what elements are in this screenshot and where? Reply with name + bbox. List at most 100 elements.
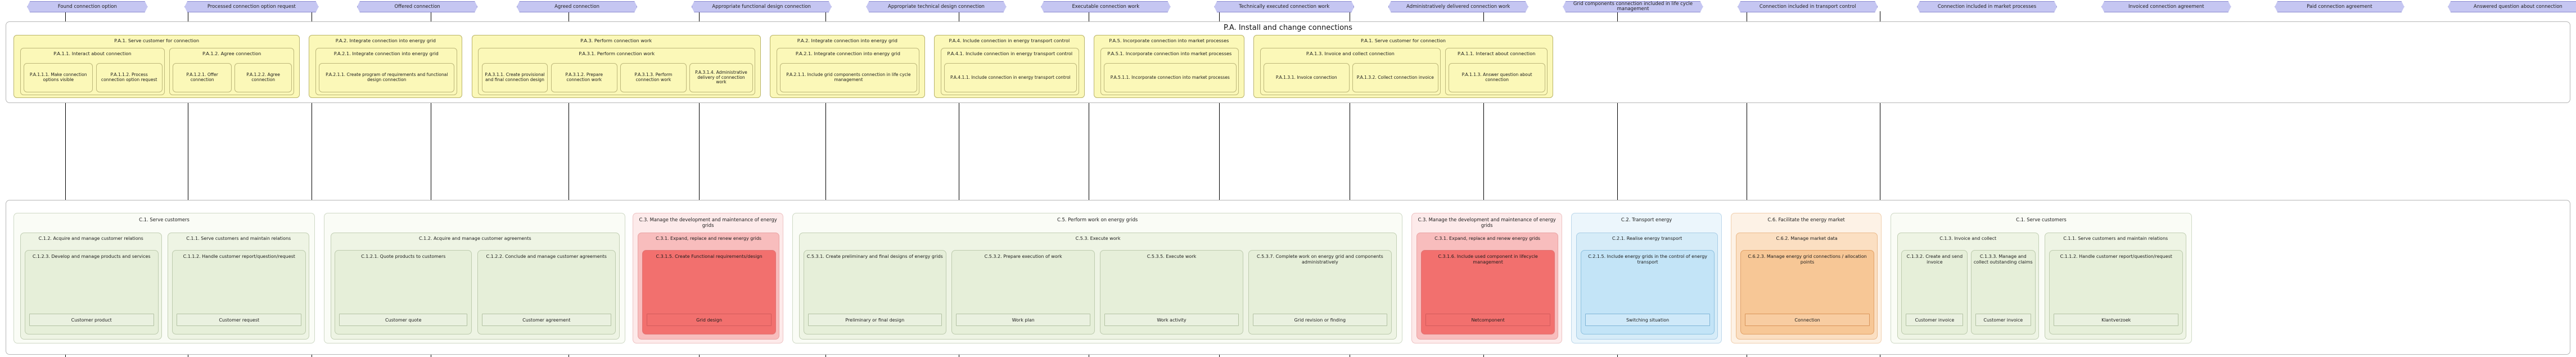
event-badge[interactable]: Answered question about connection	[2448, 1, 2576, 12]
process-level1[interactable]: P.A.1. Serve customer for connection P.A.…	[13, 35, 300, 98]
capability-object[interactable]: Grid revision or finding	[1253, 314, 1387, 326]
process-level1[interactable]: P.A.2. Integrate connection into energy …	[769, 35, 925, 98]
capability-subgroup[interactable]: C.3.1. Expand, replace and renew energy …	[638, 233, 779, 340]
capability-item-label: C.1.1.2. Handle customer report/question…	[183, 254, 295, 259]
capability-subgroup[interactable]: C.2.1. Realise energy transport C.2.1.5. …	[1576, 233, 1718, 340]
capability-item[interactable]: C.1.2.3. Develop and manage products and…	[24, 250, 159, 334]
capability-subgroup[interactable]: C.1.3. Invoice and collect C.1.3.2. Creat…	[1897, 233, 2039, 340]
capability-item[interactable]: C.1.1.2. Handle customer report/question…	[2049, 250, 2183, 334]
capability-object[interactable]: Work plan	[956, 314, 1090, 326]
event-badge[interactable]: Paid connection agreement	[2275, 1, 2404, 12]
process-level1[interactable]: P.A.5. Incorporate connection into marke…	[1093, 35, 1244, 98]
process-level3[interactable]: P.A.4.1.1. Include connection in energy …	[944, 63, 1077, 92]
process-level2[interactable]: P.A.1.3. Invoice and collect connection P…	[1260, 48, 1441, 95]
capability-object[interactable]: Connection	[1744, 314, 1870, 326]
capability-group-title: C.1. Serve customers	[139, 217, 190, 222]
process-level2[interactable]: P.A.2.1. Integrate connection into energ…	[315, 48, 457, 95]
event-badge[interactable]: Agreed connection	[517, 1, 637, 12]
process-level3[interactable]: P.A.2.1.1. Include grid components conne…	[779, 63, 917, 92]
capability-item[interactable]: C.1.1.2. Handle customer report/question…	[172, 250, 306, 334]
capability-item[interactable]: C.1.3.2. Create and send invoice Customer…	[1901, 250, 1968, 334]
capability-group[interactable]: C.3. Manage the development and maintena…	[633, 213, 784, 343]
event-badge[interactable]: Processed connection option request	[184, 1, 318, 12]
capability-subgroup[interactable]: C.5.3. Execute work C.5.3.1. Create preli…	[798, 233, 1397, 340]
process-level3[interactable]: P.A.1.1.2. Process connection option req…	[96, 63, 163, 92]
capability-group[interactable]: C.1. Serve customers C.1.3. Invoice and c…	[1891, 213, 2192, 343]
event-badge[interactable]: Connection included in market processes	[1917, 1, 2057, 12]
capability-item[interactable]: C.5.3.1. Create preliminary and final de…	[803, 250, 947, 334]
capability-object[interactable]: Customer request	[177, 314, 302, 326]
capability-item[interactable]: C.1.2.2. Conclude and manage customer ag…	[477, 250, 616, 334]
capability-subgroup[interactable]: C.6.2. Manage market data C.6.2.3. Manage…	[1736, 233, 1878, 340]
capability-object[interactable]: Customer agreement	[481, 314, 611, 326]
capability-item[interactable]: C.1.2.1. Quote products to customers Cust…	[335, 250, 472, 334]
process-level3[interactable]: P.A.5.1.1. Incorporate connection into m…	[1103, 63, 1237, 92]
capability-item[interactable]: C.6.2.3. Manage energy grid connections …	[1740, 250, 1875, 334]
capability-object[interactable]: Grid design	[646, 314, 772, 326]
capability-object[interactable]: Switching situation	[1585, 314, 1711, 326]
capability-subgroup[interactable]: C.1.2. Acquire and manage customer agree…	[330, 233, 620, 340]
capability-group[interactable]: C.3. Manage the development and maintena…	[1411, 213, 1563, 343]
capability-subgroup[interactable]: C.1.1. Serve customers and maintain rela…	[2045, 233, 2187, 340]
capability-subgroup[interactable]: C.1.1. Serve customers and maintain rela…	[168, 233, 310, 340]
process-level3[interactable]: P.A.1.3.2. Collect connection invoice	[1352, 63, 1438, 92]
capability-object[interactable]: Customer invoice	[1975, 314, 2031, 326]
capability-object[interactable]: Work activity	[1104, 314, 1239, 326]
event-badge[interactable]: Administratively delivered connection wo…	[1388, 1, 1528, 12]
capability-item[interactable]: C.3.1.5. Create Functional requirements/…	[642, 250, 777, 334]
capability-object[interactable]: Netcomponent	[1425, 314, 1551, 326]
process-level2[interactable]: P.A.1.1. Interact about connection P.A.1.…	[20, 48, 165, 95]
capability-item-label: C.3.1.6. Include used component in lifec…	[1438, 254, 1538, 265]
capability-item[interactable]: C.5.3.2. Prepare execution of work Work p…	[951, 250, 1095, 334]
process-level2[interactable]: P.A.4.1. Include connection in energy tr…	[940, 48, 1080, 95]
capability-group[interactable]: C.1.2. Acquire and manage customer agree…	[323, 213, 625, 343]
capability-item[interactable]: C.5.3.5. Execute work Work activity	[1100, 250, 1243, 334]
process-level3[interactable]: P.A.3.1.4. Administrative delivery of co…	[689, 63, 753, 92]
event-badge[interactable]: Found connection option	[27, 1, 147, 12]
process-level3[interactable]: P.A.1.1.3. Answer question about connect…	[1449, 63, 1545, 92]
process-level3[interactable]: P.A.3.1.2. Prepare connection work	[551, 63, 617, 92]
process-level1[interactable]: P.A.4. Include connection in energy tran…	[933, 35, 1085, 98]
capability-item[interactable]: C.1.3.3. Manage and collect outstanding …	[1970, 250, 2036, 334]
capability-group[interactable]: C.2. Transport energy C.2.1. Realise ener…	[1571, 213, 1722, 343]
process-level1[interactable]: P.A.1. Serve customer for connection P.A.…	[1253, 35, 1553, 98]
capability-object[interactable]: Customer product	[29, 314, 154, 326]
diagram-canvas: Found connection option Processed connect…	[0, 0, 2576, 357]
process-level3[interactable]: P.A.1.2.1. Offer connection	[173, 63, 232, 92]
process-level2[interactable]: P.A.1.1. Interact about connection P.A.1.…	[1445, 48, 1548, 95]
capability-group[interactable]: C.5. Perform work on energy grids C.5.3. …	[792, 213, 1403, 343]
process-level3[interactable]: P.A.1.1.1. Make connection options visib…	[24, 63, 93, 92]
process-level3[interactable]: P.A.2.1.1. Create program of requirement…	[319, 63, 455, 92]
event-badge[interactable]: Invoiced connection agreement	[2101, 1, 2231, 12]
capability-subgroup[interactable]: C.3.1. Expand, replace and renew energy …	[1416, 233, 1559, 340]
event-badge[interactable]: Executable connection work	[1041, 1, 1170, 12]
event-badge[interactable]: Technically executed connection work	[1214, 1, 1354, 12]
capability-item[interactable]: C.2.1.5. Include energy grids in the con…	[1580, 250, 1715, 334]
process-level1[interactable]: P.A.2. Integrate connection into energy …	[309, 35, 463, 98]
capability-group[interactable]: C.6. Facilitate the energy market C.6.2. …	[1731, 213, 1882, 343]
event-badge[interactable]: Appropriate functional design connection	[692, 1, 832, 12]
process-level2[interactable]: P.A.2.1. Integrate connection into energ…	[776, 48, 920, 95]
event-badge[interactable]: Offered connection	[357, 1, 477, 12]
capability-item-label: C.6.2.3. Manage energy grid connections …	[1748, 254, 1867, 265]
process-level3[interactable]: P.A.1.2.2. Agree connection	[234, 63, 292, 92]
process-level2[interactable]: P.A.3.1. Perform connection work P.A.3.1.…	[478, 48, 756, 95]
capability-object[interactable]: Klantverzoek	[2054, 314, 2179, 326]
event-badge[interactable]: Grid components connection included in l…	[1563, 1, 1703, 12]
capability-object[interactable]: Preliminary or final design	[807, 314, 942, 326]
process-level2[interactable]: P.A.5.1. Incorporate connection into mar…	[1100, 48, 1239, 95]
process-level3[interactable]: P.A.3.1.1. Create provisional and final …	[481, 63, 548, 92]
process-level1[interactable]: P.A.3. Perform connection work P.A.3.1. P…	[471, 35, 761, 98]
capability-object[interactable]: Customer quote	[339, 314, 468, 326]
event-badge[interactable]: Connection included in transport control	[1738, 1, 1878, 12]
event-badge[interactable]: Appropriate technical design connection	[866, 1, 1006, 12]
process-level2[interactable]: P.A.1.2. Agree connection P.A.1.2.1. Offe…	[169, 48, 295, 95]
process-level3[interactable]: P.A.3.1.3. Perform connection work	[620, 63, 687, 92]
capability-item[interactable]: C.5.3.7. Complete work on energy grid an…	[1248, 250, 1392, 334]
process-level3[interactable]: P.A.1.3.1. Invoice connection	[1263, 63, 1350, 92]
capability-subgroup[interactable]: C.1.2. Acquire and manage customer relat…	[20, 233, 162, 340]
capability-object[interactable]: Customer invoice	[1906, 314, 1964, 326]
capability-group-title: C.2. Transport energy	[1621, 217, 1672, 222]
capability-group[interactable]: C.1. Serve customers C.1.2. Acquire and m…	[13, 213, 315, 343]
capability-item[interactable]: C.3.1.6. Include used component in lifec…	[1420, 250, 1555, 334]
